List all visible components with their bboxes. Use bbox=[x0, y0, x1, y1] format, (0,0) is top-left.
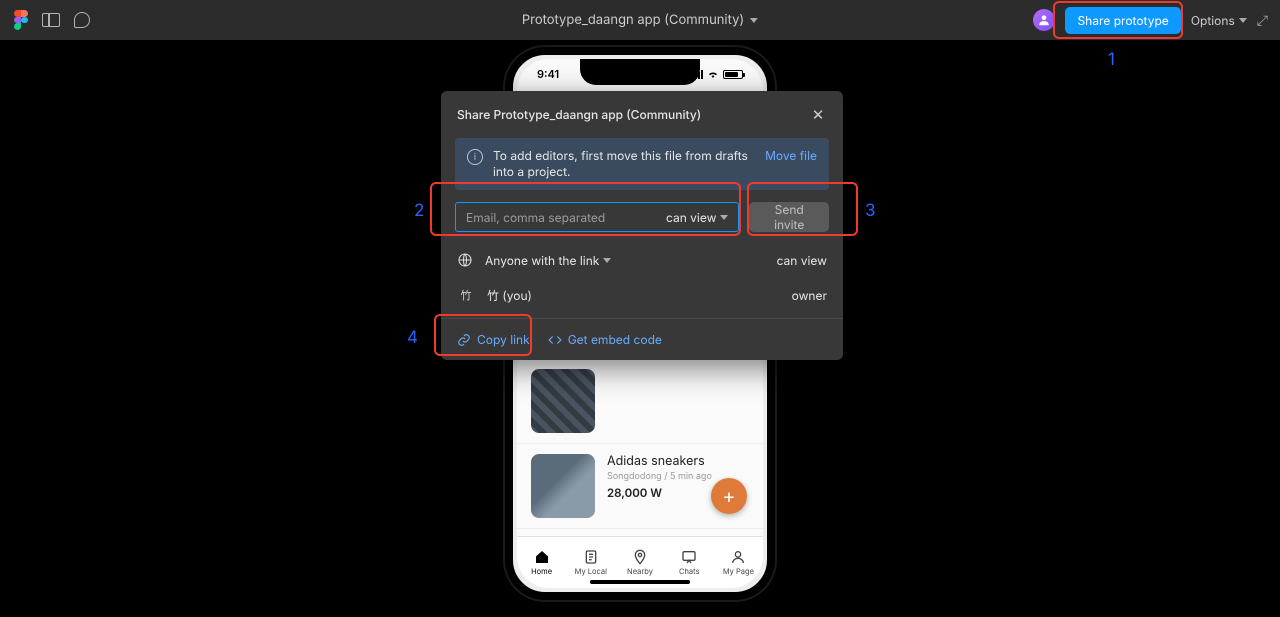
person-icon bbox=[1037, 13, 1051, 27]
permission-dropdown[interactable]: can view bbox=[666, 210, 728, 225]
status-time: 9:41 bbox=[537, 67, 559, 81]
tab-label: Nearby bbox=[627, 567, 653, 576]
share-modal: Share Prototype_daangn app (Community) ✕… bbox=[441, 91, 843, 360]
embed-label: Get embed code bbox=[568, 332, 662, 347]
figma-logo-icon[interactable] bbox=[14, 10, 28, 30]
code-icon bbox=[548, 333, 562, 347]
tab-home[interactable]: Home bbox=[517, 537, 566, 588]
tab-label: Home bbox=[531, 567, 552, 576]
info-banner: i To add editors, first move this file f… bbox=[455, 138, 829, 190]
topbar-left bbox=[0, 10, 90, 30]
email-input-wrapper[interactable]: can view bbox=[455, 202, 739, 232]
chevron-down-icon bbox=[750, 18, 758, 23]
modal-footer: Copy link Get embed code bbox=[441, 318, 843, 360]
fab-add-button[interactable]: + bbox=[711, 478, 747, 514]
permission-label: can view bbox=[666, 210, 716, 225]
tab-label: Chats bbox=[679, 567, 699, 576]
info-icon: i bbox=[467, 149, 483, 165]
chevron-down-icon bbox=[1239, 18, 1247, 23]
info-text: To add editors, first move this file fro… bbox=[493, 148, 755, 180]
chevron-down-icon bbox=[720, 215, 728, 220]
modal-header: Share Prototype_daangn app (Community) ✕ bbox=[441, 91, 843, 138]
person-icon bbox=[730, 549, 746, 565]
wifi-icon bbox=[707, 70, 719, 78]
status-bar: 9:41 bbox=[517, 67, 763, 81]
chevron-down-icon bbox=[603, 258, 611, 263]
home-icon bbox=[534, 549, 550, 565]
listing-thumbnail bbox=[531, 369, 595, 433]
pin-icon bbox=[632, 549, 648, 565]
invite-row: can view Send invite bbox=[441, 202, 843, 244]
fullscreen-icon[interactable]: ⤢ bbox=[1257, 12, 1268, 29]
comment-icon[interactable] bbox=[74, 12, 90, 28]
chat-icon bbox=[681, 549, 697, 565]
document-icon bbox=[583, 549, 599, 565]
tab-mypage[interactable]: My Page bbox=[714, 537, 763, 588]
user-row: 竹 竹 (you) owner bbox=[441, 276, 843, 318]
topbar-right: Share prototype Options ⤢ bbox=[1033, 7, 1268, 34]
listing-thumbnail bbox=[531, 454, 595, 518]
signal-icon bbox=[692, 70, 703, 79]
link-access-row[interactable]: Anyone with the link can view bbox=[441, 244, 843, 276]
copy-link-label: Copy link bbox=[477, 332, 530, 347]
link-icon bbox=[457, 333, 471, 347]
user-avatar: 竹 bbox=[457, 286, 475, 304]
avatar[interactable] bbox=[1033, 9, 1055, 31]
options-label: Options bbox=[1191, 13, 1235, 28]
file-name-label: Prototype_daangn app (Community) bbox=[522, 12, 744, 28]
email-input[interactable] bbox=[466, 210, 658, 225]
figma-topbar: Prototype_daangn app (Community) Share p… bbox=[0, 0, 1280, 40]
user-role: owner bbox=[792, 288, 827, 303]
send-invite-button[interactable]: Send invite bbox=[749, 202, 829, 232]
options-button[interactable]: Options bbox=[1191, 13, 1247, 28]
annotation-label-2: 2 bbox=[414, 201, 424, 221]
modal-title: Share Prototype_daangn app (Community) bbox=[457, 107, 701, 122]
battery-icon bbox=[723, 70, 743, 79]
annotation-label-3: 3 bbox=[865, 201, 876, 221]
copy-link-button[interactable]: Copy link bbox=[457, 332, 530, 347]
tab-label: My Page bbox=[723, 567, 754, 576]
annotation-label-1: 1 bbox=[1108, 50, 1115, 70]
share-prototype-button[interactable]: Share prototype bbox=[1065, 7, 1180, 34]
user-name: 竹 (you) bbox=[487, 287, 780, 304]
close-icon[interactable]: ✕ bbox=[809, 105, 827, 124]
move-file-link[interactable]: Move file bbox=[765, 148, 817, 164]
listing-title: Adidas sneakers bbox=[607, 454, 749, 469]
tab-label: My Local bbox=[575, 567, 607, 576]
link-access-permission: can view bbox=[777, 253, 827, 268]
panel-toggle-icon[interactable] bbox=[42, 13, 60, 27]
home-indicator bbox=[590, 580, 690, 584]
link-access-label: Anyone with the link bbox=[485, 253, 765, 268]
annotation-label-4: 4 bbox=[407, 328, 418, 348]
file-title[interactable]: Prototype_daangn app (Community) bbox=[522, 12, 758, 28]
list-item[interactable] bbox=[517, 369, 763, 444]
globe-icon bbox=[457, 252, 473, 268]
embed-code-button[interactable]: Get embed code bbox=[548, 332, 662, 347]
